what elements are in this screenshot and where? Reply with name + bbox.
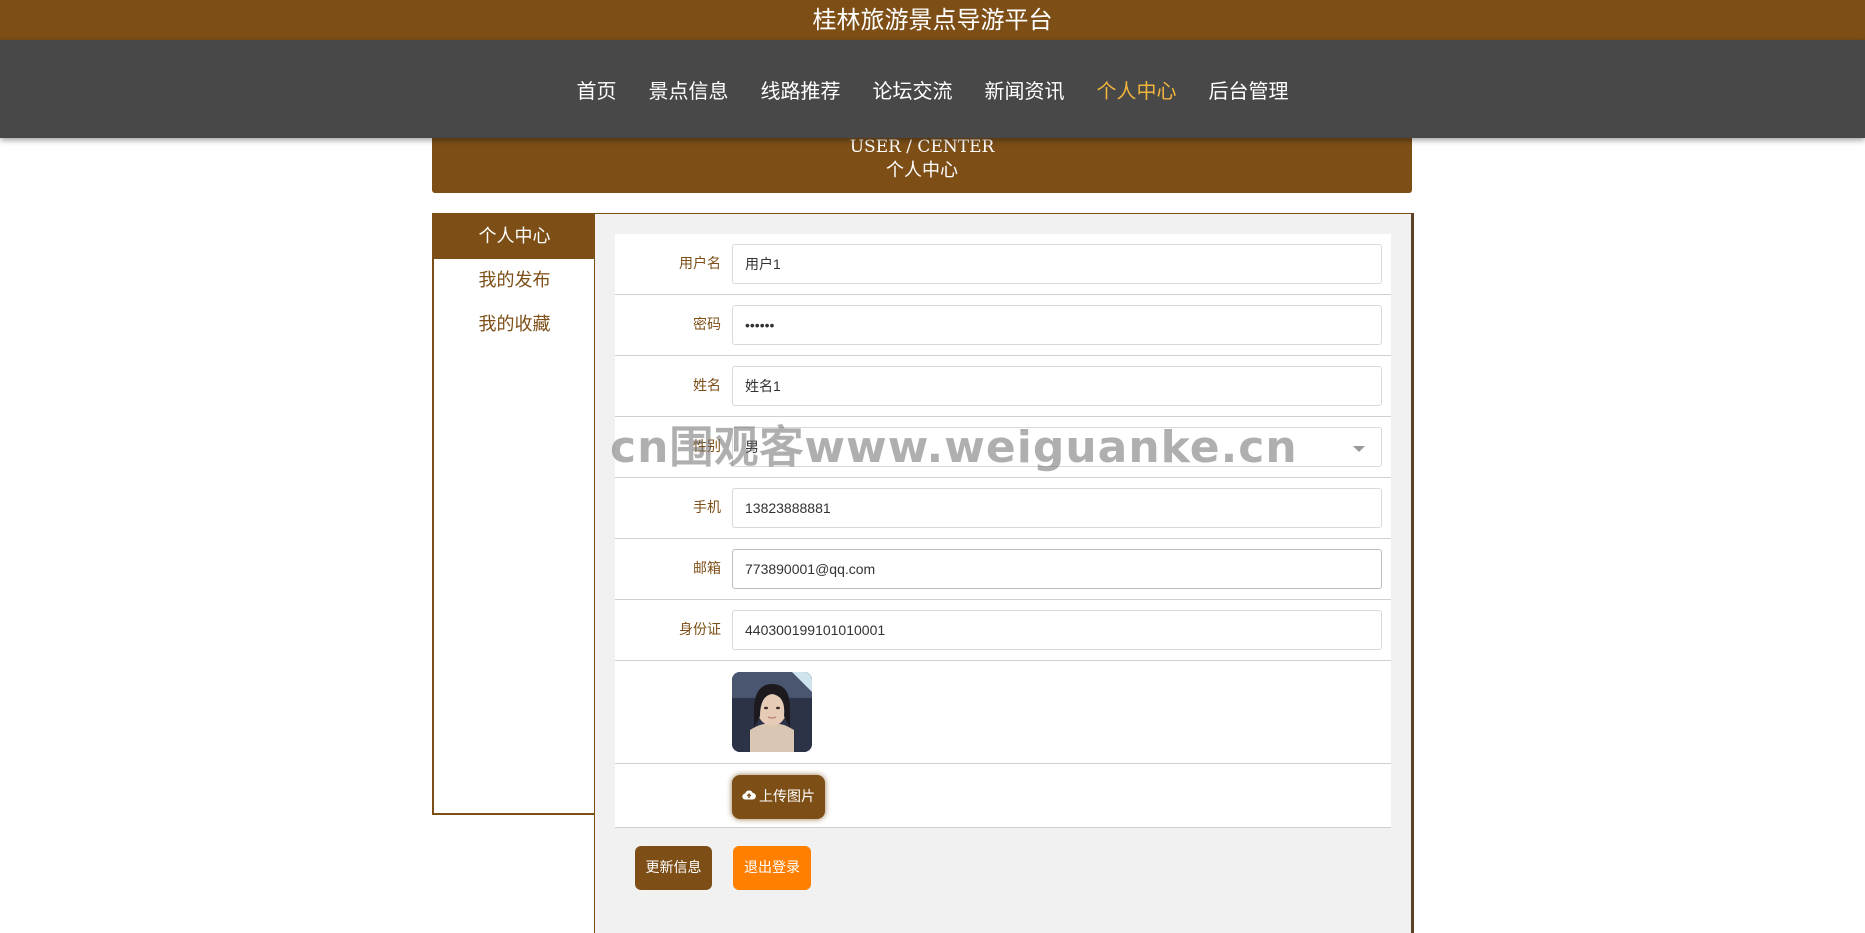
- nav-item-home[interactable]: 首页: [566, 67, 628, 112]
- nav-item-attractions[interactable]: 景点信息: [638, 67, 740, 112]
- nav-item-routes[interactable]: 线路推荐: [750, 67, 852, 112]
- name-label: 姓名: [693, 378, 721, 394]
- form-row-idcard: 身份证 440300199101010001: [615, 600, 1391, 661]
- password-input[interactable]: ••••••: [732, 305, 1382, 345]
- username-input[interactable]: 用户1: [732, 244, 1382, 284]
- form-row-name: 姓名 姓名1: [615, 356, 1391, 417]
- site-title: 桂林旅游景点导游平台: [0, 0, 1865, 40]
- form-row-upload: 上传图片: [615, 764, 1391, 828]
- sidebar: 个人中心 我的发布 我的收藏: [432, 213, 595, 815]
- username-label: 用户名: [679, 256, 721, 272]
- profile-panel: 用户名 用户1 密码 •••••• 姓名 姓名1 性别 男 手机 1382388…: [594, 213, 1414, 933]
- email-label: 邮箱: [693, 561, 721, 577]
- nav-item-forum[interactable]: 论坛交流: [862, 67, 964, 112]
- sidebar-item-my-posts[interactable]: 我的发布: [434, 259, 595, 303]
- upload-image-button[interactable]: 上传图片: [732, 775, 825, 819]
- cloud-upload-icon: [742, 775, 756, 819]
- sidebar-item-my-favorites[interactable]: 我的收藏: [434, 303, 595, 347]
- phone-input[interactable]: 13823888881: [732, 488, 1382, 528]
- password-label: 密码: [693, 317, 721, 333]
- watermark-text: cn围观客www.weiguanke.cn: [610, 422, 1298, 473]
- profile-form: 用户名 用户1 密码 •••••• 姓名 姓名1 性别 男 手机 1382388…: [615, 234, 1391, 828]
- form-row-email: 邮箱 773890001@qq.com: [615, 539, 1391, 600]
- form-actions: 更新信息 退出登录: [615, 836, 1391, 896]
- avatar: [732, 672, 812, 752]
- main-nav: 首页 景点信息 线路推荐 论坛交流 新闻资讯 个人中心 后台管理: [0, 40, 1865, 138]
- update-info-button[interactable]: 更新信息: [635, 846, 712, 890]
- upload-button-label: 上传图片: [759, 789, 815, 805]
- banner-title: 个人中心: [886, 160, 958, 181]
- form-row-username: 用户名 用户1: [615, 234, 1391, 295]
- email-input[interactable]: 773890001@qq.com: [732, 549, 1382, 589]
- form-row-phone: 手机 13823888881: [615, 478, 1391, 539]
- page-banner: USER / CENTER 个人中心: [432, 134, 1412, 193]
- sidebar-item-user-center[interactable]: 个人中心: [434, 215, 595, 259]
- chevron-down-icon: [1353, 446, 1365, 452]
- form-row-avatar: [615, 661, 1391, 764]
- nav-item-user-center[interactable]: 个人中心: [1086, 67, 1188, 112]
- nav-item-news[interactable]: 新闻资讯: [974, 67, 1076, 112]
- logout-button[interactable]: 退出登录: [733, 846, 811, 890]
- nav-item-admin[interactable]: 后台管理: [1198, 67, 1300, 112]
- form-row-password: 密码 ••••••: [615, 295, 1391, 356]
- idcard-input[interactable]: 440300199101010001: [732, 610, 1382, 650]
- phone-label: 手机: [693, 500, 721, 516]
- idcard-label: 身份证: [679, 622, 721, 638]
- name-input[interactable]: 姓名1: [732, 366, 1382, 406]
